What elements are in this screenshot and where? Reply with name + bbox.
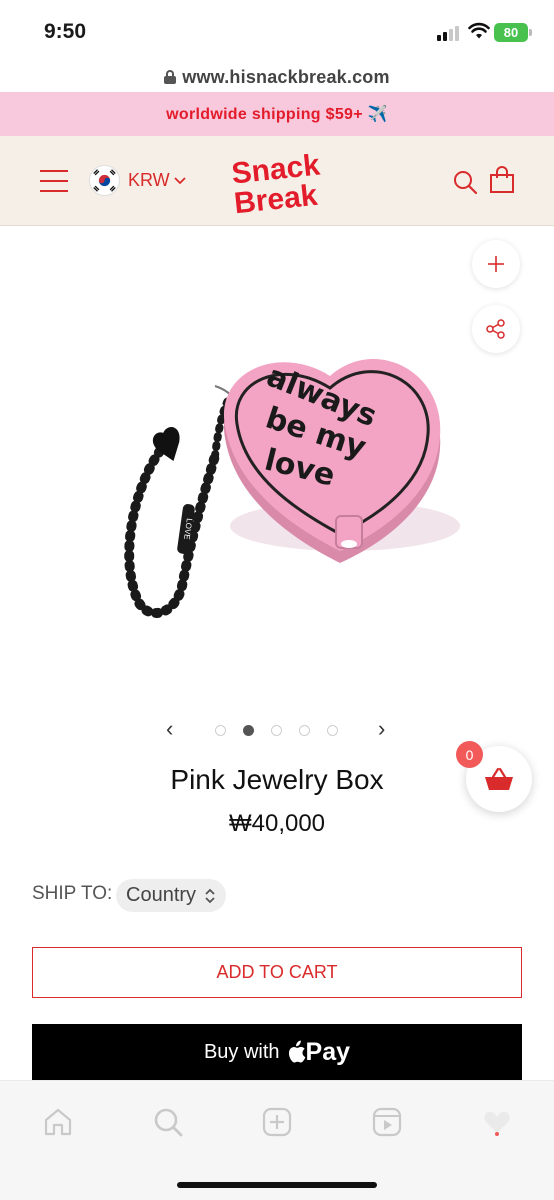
- cart-count-badge: 0: [456, 741, 483, 768]
- search-icon: [154, 1108, 183, 1137]
- status-time: 9:50: [44, 20, 87, 43]
- carousel-dot-3[interactable]: [271, 725, 282, 736]
- apple-icon: [288, 1040, 305, 1063]
- share-button[interactable]: [472, 305, 520, 353]
- carousel-dot-2[interactable]: [243, 725, 254, 736]
- nav-add[interactable]: [260, 1105, 294, 1139]
- home-icon: [44, 1108, 72, 1136]
- status-bar: 9:50 80: [0, 0, 554, 62]
- nav-profile[interactable]: [480, 1105, 514, 1139]
- carousel-dot-1[interactable]: [215, 725, 226, 736]
- wifi-icon: [468, 22, 490, 39]
- chevron-updown-icon: [205, 888, 215, 903]
- home-indicator: [177, 1182, 377, 1188]
- korea-flag-icon: [89, 165, 120, 196]
- chevron-down-icon: [174, 176, 186, 184]
- basket-icon: [485, 767, 513, 790]
- product-photo: LOVE always be my love: [124, 359, 460, 618]
- country-select-value: Country: [126, 884, 197, 906]
- add-icon: [262, 1107, 292, 1137]
- add-to-cart-button[interactable]: ADD TO CART: [32, 947, 522, 998]
- country-select[interactable]: Country: [116, 879, 227, 912]
- nav-reels[interactable]: [370, 1105, 404, 1139]
- shopping-bag-icon[interactable]: [489, 166, 515, 194]
- carousel-dot-4[interactable]: [299, 725, 310, 736]
- product-image[interactable]: LOVE always be my love: [0, 226, 554, 706]
- share-icon: [486, 319, 505, 339]
- carousel-prev-button[interactable]: ‹: [166, 716, 173, 742]
- site-header: KRW Snack Break: [0, 136, 554, 226]
- plus-icon: [488, 256, 504, 272]
- image-carousel-nav: ‹ ›: [160, 716, 400, 744]
- battery-nub: [529, 29, 532, 36]
- url-text: www.hisnackbreak.com: [182, 66, 390, 87]
- search-icon[interactable]: [452, 169, 478, 195]
- buy-with-label: Buy with: [203, 1040, 280, 1063]
- zoom-button[interactable]: [472, 240, 520, 288]
- promo-banner: worldwide shipping $59+ ✈️: [0, 92, 554, 136]
- nav-home[interactable]: [41, 1105, 75, 1139]
- nav-search[interactable]: [151, 1105, 185, 1139]
- apple-pay-button[interactable]: Buy with Pay: [32, 1024, 522, 1080]
- currency-label: KRW: [128, 170, 170, 190]
- promo-text: worldwide shipping $59+ ✈️: [166, 106, 388, 123]
- snack-break-logo[interactable]: Snack Break: [222, 150, 334, 214]
- carousel-next-button[interactable]: ›: [378, 716, 385, 742]
- lock-icon: [164, 70, 177, 84]
- pay-label: Pay: [305, 1037, 351, 1066]
- currency-selector[interactable]: KRW: [128, 170, 186, 191]
- product-price: ₩40,000: [228, 810, 326, 837]
- reels-icon: [372, 1107, 402, 1137]
- battery-indicator: 80: [494, 23, 528, 42]
- menu-icon[interactable]: [40, 170, 68, 192]
- heart-icon: [484, 1111, 510, 1136]
- url-bar[interactable]: www.hisnackbreak.com: [0, 62, 554, 92]
- carousel-dot-5[interactable]: [327, 725, 338, 736]
- ship-to-label: SHIP TO:: [32, 883, 113, 904]
- apple-pay-logo: Pay: [286, 1038, 350, 1067]
- signal-icon: [437, 26, 459, 41]
